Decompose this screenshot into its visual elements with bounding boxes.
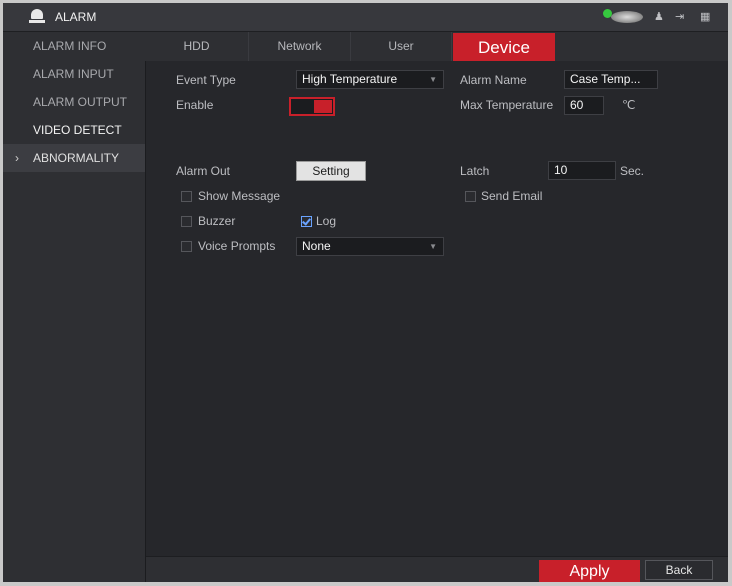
toggle-knob [314, 100, 332, 113]
alarm-lamp-icon [29, 9, 45, 24]
voice-prompts-value: None [302, 239, 331, 253]
sidebar-item-abnormality[interactable]: › ABNORMALITY [3, 144, 145, 172]
back-button[interactable]: Back [645, 560, 713, 580]
alarm-window: ALARM ♟ ⇥ ▦ ALARM INFO ALARM INPUT ALARM… [3, 3, 728, 582]
menu-grid-icon[interactable]: ▦ [700, 10, 710, 24]
show-message-checkbox[interactable] [181, 191, 192, 202]
apply-button[interactable]: Apply [539, 560, 640, 582]
latch-unit: Sec. [620, 164, 645, 178]
log-label: Log [316, 214, 337, 228]
send-email-label: Send Email [481, 189, 543, 203]
tab-hdd[interactable]: HDD [145, 32, 249, 61]
sidebar-item-alarm-input[interactable]: ALARM INPUT [3, 60, 145, 88]
tab-label: User [388, 39, 414, 53]
sidebar-item-alarm-output[interactable]: ALARM OUTPUT [3, 88, 145, 116]
event-type-value: High Temperature [302, 72, 398, 86]
tab-network[interactable]: Network [249, 32, 351, 61]
sidebar-item-alarm-info[interactable]: ALARM INFO [3, 32, 145, 60]
tab-label: Device [478, 38, 530, 57]
alarm-out-label: Alarm Out [176, 164, 231, 178]
tab-label: Network [277, 39, 322, 53]
logout-icon[interactable]: ⇥ [675, 10, 684, 24]
user-icon[interactable]: ♟ [654, 10, 664, 24]
max-temperature-field[interactable]: 60 [564, 96, 604, 115]
send-email-checkbox[interactable] [465, 191, 476, 202]
alarm-name-value: Case Temp... [570, 72, 641, 86]
title-bar: ALARM ♟ ⇥ ▦ [3, 3, 728, 32]
sidebar-item-label: VIDEO DETECT [33, 123, 122, 137]
event-type-select[interactable]: High Temperature ▼ [296, 70, 444, 89]
log-checkbox[interactable] [301, 216, 312, 227]
latch-value: 10 [554, 163, 568, 177]
sidebar-item-video-detect[interactable]: VIDEO DETECT [3, 116, 145, 144]
alarm-name-label: Alarm Name [460, 73, 527, 87]
voice-prompts-label: Voice Prompts [198, 239, 276, 253]
enable-label: Enable [176, 98, 214, 112]
action-bar: Apply Back [146, 556, 728, 582]
chevron-down-icon: ▼ [429, 242, 437, 251]
device-abnormality-panel: Event Type High Temperature ▼ Alarm Name… [146, 61, 728, 556]
window-title: ALARM [55, 10, 97, 24]
buzzer-checkbox[interactable] [181, 216, 192, 227]
max-temperature-label: Max Temperature [460, 98, 554, 112]
latch-field[interactable]: 10 [548, 161, 616, 180]
hdd-status-icon[interactable] [603, 9, 647, 25]
sidebar-item-label: ALARM INPUT [33, 67, 114, 81]
setting-button[interactable]: Setting [296, 161, 366, 181]
chevron-down-icon: ▼ [429, 75, 437, 84]
voice-prompts-select[interactable]: None ▼ [296, 237, 444, 256]
sidebar-item-label: ALARM OUTPUT [33, 95, 128, 109]
voice-prompts-checkbox[interactable] [181, 241, 192, 252]
sidebar: ALARM INFO ALARM INPUT ALARM OUTPUT VIDE… [3, 32, 146, 582]
tab-device[interactable]: Device [453, 33, 555, 61]
setting-button-label: Setting [312, 164, 350, 178]
buzzer-label: Buzzer [198, 214, 236, 228]
sidebar-item-label: ABNORMALITY [33, 151, 120, 165]
back-button-label: Back [665, 563, 693, 577]
latch-label: Latch [460, 164, 490, 178]
temperature-unit: ℃ [622, 98, 636, 112]
alarm-name-field[interactable]: Case Temp... [564, 70, 658, 89]
apply-button-label: Apply [569, 563, 610, 580]
max-temperature-value: 60 [570, 98, 584, 112]
chevron-right-icon: › [15, 151, 19, 165]
tab-bar: HDD Network User Device [145, 32, 728, 61]
event-type-label: Event Type [176, 73, 236, 87]
tab-user[interactable]: User [351, 32, 452, 61]
sidebar-item-label: ALARM INFO [33, 39, 107, 53]
tab-label: HDD [183, 39, 210, 53]
enable-toggle[interactable] [289, 97, 335, 116]
show-message-label: Show Message [198, 189, 281, 203]
